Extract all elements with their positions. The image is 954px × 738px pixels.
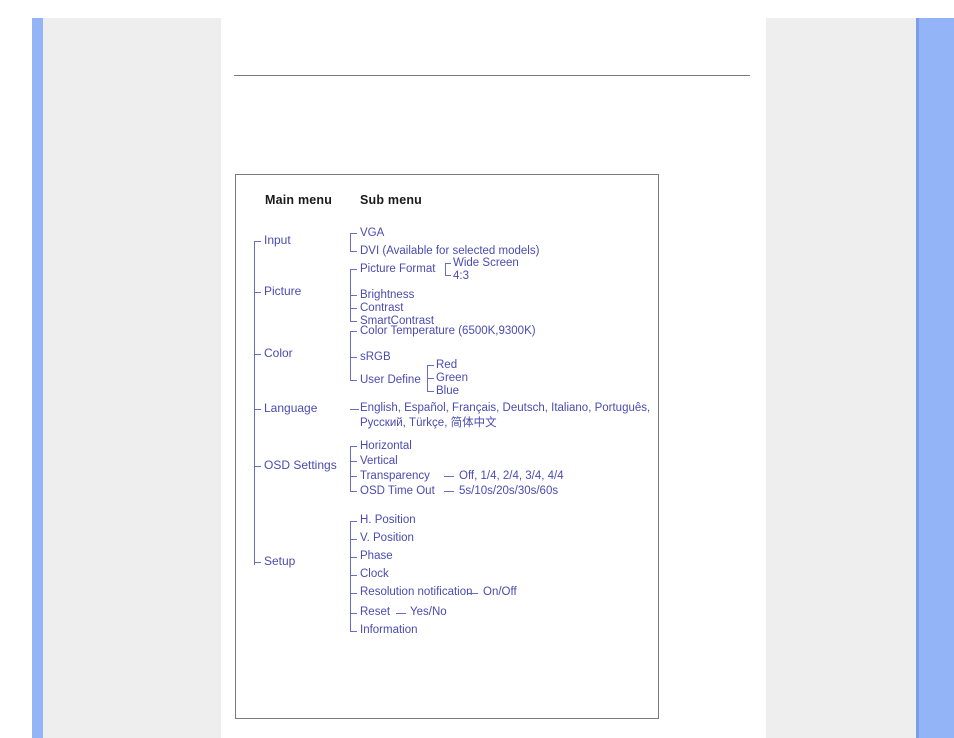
sub-item-vertical[interactable]: Vertical bbox=[360, 455, 398, 468]
osd-branch-tick-timeout bbox=[350, 491, 357, 492]
main-tick-osd-settings bbox=[254, 466, 261, 467]
color-branch-spine bbox=[350, 331, 351, 380]
main-item-input[interactable]: Input bbox=[264, 234, 291, 247]
sub-item-information[interactable]: Information bbox=[360, 624, 418, 637]
setup-branch-tick-resolution bbox=[350, 593, 357, 594]
picture-format-tick-43 bbox=[445, 275, 451, 276]
osd-branch-tick-vertical bbox=[350, 461, 357, 462]
color-branch-tick-srgb bbox=[350, 357, 357, 358]
setup-branch-spine bbox=[350, 521, 351, 631]
sub-item-h-position[interactable]: H. Position bbox=[360, 514, 416, 527]
language-list-line-2: Русский, Türkçe, 简体中文 bbox=[360, 417, 497, 429]
osd-branch-tick-horizontal bbox=[350, 446, 357, 447]
osd-time-out-values: 5s/10s/20s/30s/60s bbox=[459, 485, 559, 497]
language-connector bbox=[350, 409, 359, 410]
main-item-picture[interactable]: Picture bbox=[264, 285, 301, 298]
transparency-values: Off, 1/4, 2/4, 3/4, 4/4 bbox=[459, 470, 564, 482]
left-accent-bar bbox=[32, 18, 43, 738]
input-branch-spine bbox=[350, 233, 351, 251]
sub-item-picture-format[interactable]: Picture Format bbox=[360, 263, 435, 276]
main-item-setup[interactable]: Setup bbox=[264, 555, 295, 568]
color-branch-tick-user-define bbox=[350, 380, 357, 381]
picture-format-tick-wide bbox=[445, 263, 451, 264]
sub-item-transparency[interactable]: Transparency bbox=[360, 470, 430, 483]
color-branch-tick-temperature bbox=[350, 331, 357, 332]
picture-format-option-spine bbox=[445, 263, 446, 275]
sub-item-resolution-notification[interactable]: Resolution notification bbox=[360, 586, 473, 599]
sub-item-osd-time-out[interactable]: OSD Time Out bbox=[360, 485, 435, 498]
picture-branch-tick-smartcontrast bbox=[350, 321, 357, 322]
sub-item-srgb[interactable]: sRGB bbox=[360, 351, 391, 364]
sub-item-color-temperature[interactable]: Color Temperature (6500K,9300K) bbox=[360, 325, 536, 338]
setup-branch-tick-v-position bbox=[350, 539, 357, 540]
main-menu-heading: Main menu bbox=[265, 193, 333, 207]
transparency-value-connector bbox=[444, 476, 454, 477]
left-side-panel bbox=[43, 18, 221, 738]
option-green[interactable]: Green bbox=[436, 372, 468, 385]
user-define-tick-red bbox=[427, 365, 434, 366]
right-side-panel bbox=[766, 18, 916, 738]
sub-item-v-position[interactable]: V. Position bbox=[360, 532, 414, 545]
main-tick-language bbox=[254, 409, 261, 410]
picture-branch-tick-brightness bbox=[350, 295, 357, 296]
setup-branch-tick-information bbox=[350, 631, 357, 632]
main-item-language[interactable]: Language bbox=[264, 402, 317, 415]
input-branch-tick-vga bbox=[350, 233, 357, 234]
sub-item-user-define[interactable]: User Define bbox=[360, 374, 421, 387]
option-wide-screen[interactable]: Wide Screen bbox=[453, 257, 519, 270]
main-tick-picture bbox=[254, 292, 261, 293]
sub-item-vga[interactable]: VGA bbox=[360, 227, 384, 240]
header-divider bbox=[234, 75, 750, 76]
main-tick-setup bbox=[254, 562, 261, 563]
sub-item-brightness[interactable]: Brightness bbox=[360, 289, 414, 302]
sub-item-contrast[interactable]: Contrast bbox=[360, 302, 403, 315]
option-blue[interactable]: Blue bbox=[436, 385, 459, 398]
language-list-line-1: English, Español, Français, Deutsch, Ita… bbox=[360, 402, 651, 414]
reset-values: Yes/No bbox=[410, 606, 447, 618]
main-item-color[interactable]: Color bbox=[264, 347, 293, 360]
osd-branch-spine bbox=[350, 446, 351, 491]
setup-branch-tick-reset bbox=[350, 613, 357, 614]
sub-item-reset[interactable]: Reset bbox=[360, 606, 390, 619]
picture-branch-tick-contrast bbox=[350, 308, 357, 309]
resolution-notification-values: On/Off bbox=[483, 586, 517, 598]
resolution-notification-value-connector bbox=[468, 593, 478, 594]
setup-branch-tick-clock bbox=[350, 575, 357, 576]
sub-item-phase[interactable]: Phase bbox=[360, 550, 393, 563]
setup-branch-tick-h-position bbox=[350, 521, 357, 522]
picture-branch-tick-format bbox=[350, 269, 357, 270]
right-accent-bar bbox=[919, 18, 954, 738]
reset-value-connector bbox=[396, 613, 406, 614]
osd-branch-tick-transparency bbox=[350, 476, 357, 477]
osd-menu-tree-diagram: Main menu Sub menu Input VGA DVI (Availa… bbox=[235, 174, 659, 719]
sub-menu-heading: Sub menu bbox=[360, 193, 423, 207]
setup-branch-tick-phase bbox=[350, 557, 357, 558]
option-red[interactable]: Red bbox=[436, 359, 457, 372]
osd-time-out-value-connector bbox=[444, 491, 454, 492]
sub-item-clock[interactable]: Clock bbox=[360, 568, 389, 581]
sub-item-horizontal[interactable]: Horizontal bbox=[360, 440, 412, 453]
option-4-3[interactable]: 4:3 bbox=[453, 270, 469, 283]
user-define-tick-green bbox=[427, 378, 434, 379]
main-item-osd-settings[interactable]: OSD Settings bbox=[264, 459, 337, 472]
input-branch-tick-dvi bbox=[350, 251, 357, 252]
main-tree-spine bbox=[254, 241, 255, 565]
main-tick-input bbox=[254, 241, 261, 242]
main-tick-color bbox=[254, 354, 261, 355]
user-define-tick-blue bbox=[427, 391, 434, 392]
